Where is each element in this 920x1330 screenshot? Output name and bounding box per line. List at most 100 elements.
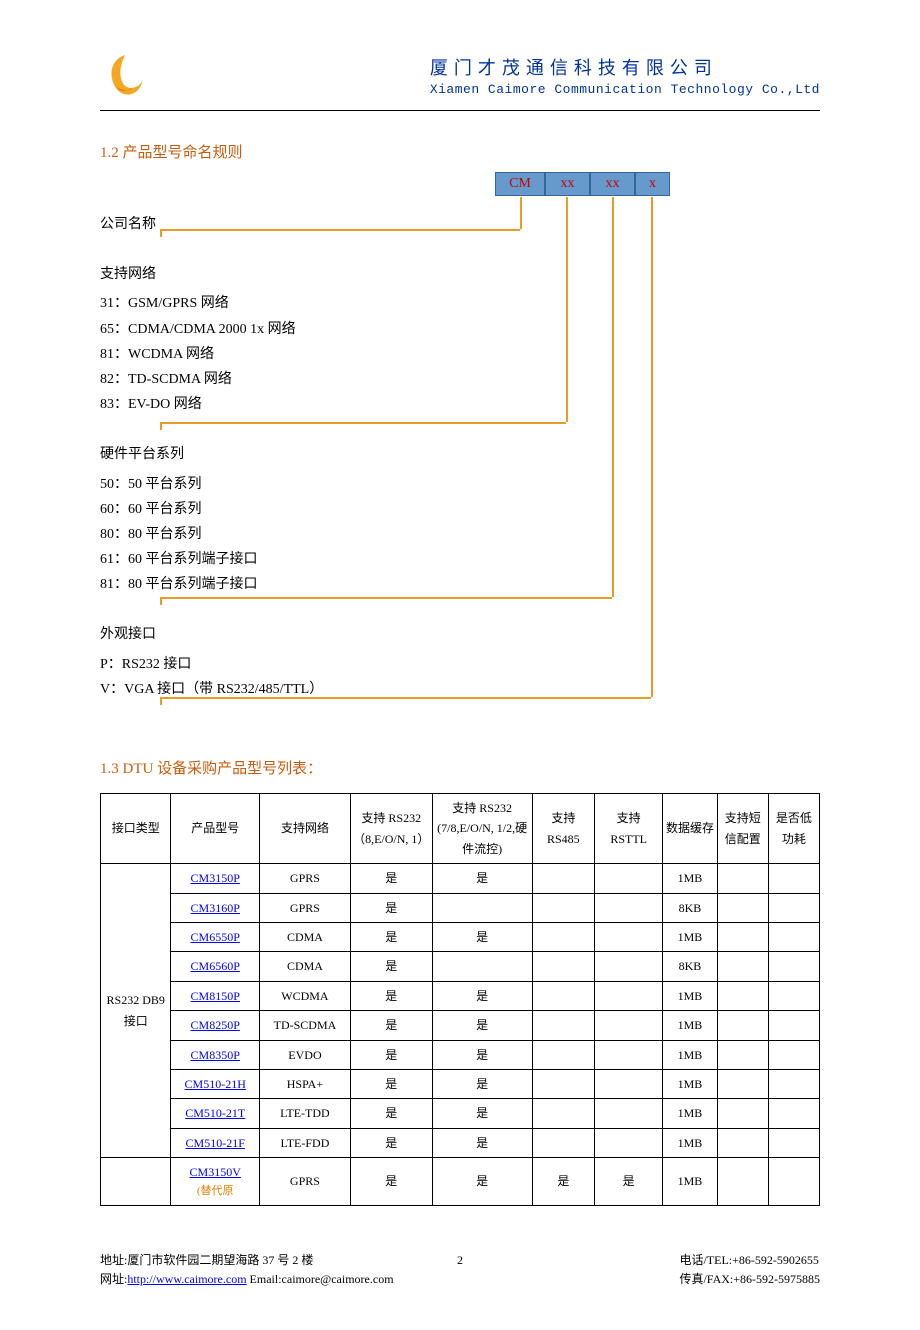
table-cell: 8KB <box>663 952 718 981</box>
table-row: CM510-21TLTE-TDD是是1MB <box>101 1099 820 1128</box>
table-row: CM6550PCDMA是是1MB <box>101 922 820 951</box>
code-box-xx2: xx <box>590 172 635 196</box>
table-cell <box>532 1069 594 1098</box>
model-cell: CM6560P <box>171 952 260 981</box>
table-cell: 是 <box>350 1069 432 1098</box>
naming-item: V：VGA 接口（带 RS232/485/TTL） <box>100 677 820 702</box>
table-cell <box>532 1040 594 1069</box>
model-link[interactable]: CM510-21F <box>186 1136 245 1150</box>
table-header-cell: 接口类型 <box>101 794 171 864</box>
naming-item: 80：80 平台系列 <box>100 522 820 547</box>
naming-item: 65：CDMA/CDMA 2000 1x 网络 <box>100 317 820 342</box>
table-cell: 是 <box>432 981 532 1010</box>
naming-item: 81：WCDMA 网络 <box>100 342 820 367</box>
table-row: CM6560P CDMA是 8KB <box>101 952 820 981</box>
table-cell: 是 <box>432 1011 532 1040</box>
product-table: 接口类型产品型号支持网络支持 RS232（8,E/O/N, 1）支持 RS232… <box>100 793 820 1206</box>
company-name-en: Xiamen Caimore Communication Technology … <box>430 82 820 97</box>
footer-tel: 电话/TEL:+86-592-5902655 <box>679 1251 820 1270</box>
company-name-cn: 厦门才茂通信科技有限公司 <box>430 54 820 80</box>
table-cell <box>768 1011 819 1040</box>
table-cell <box>768 981 819 1010</box>
page-header: 厦门才茂通信科技有限公司 Xiamen Caimore Communicatio… <box>100 50 820 111</box>
table-cell <box>717 1040 768 1069</box>
footer-fax: 传真/FAX:+86-592-5975885 <box>679 1270 820 1289</box>
table-header-cell: 是否低功耗 <box>768 794 819 864</box>
table-cell: WCDMA <box>260 981 351 1010</box>
model-link[interactable]: CM8150P <box>191 989 240 1003</box>
table-cell: CDMA <box>260 952 351 981</box>
table-cell: 1MB <box>663 1158 718 1206</box>
table-header-cell: 支持 RS485 <box>532 794 594 864</box>
table-cell: 是 <box>432 1099 532 1128</box>
table-cell: GPRS <box>260 893 351 922</box>
table-cell: 1MB <box>663 1069 718 1098</box>
model-link[interactable]: CM3160P <box>191 901 240 915</box>
table-cell <box>532 864 594 893</box>
model-link[interactable]: CM8350P <box>191 1048 240 1062</box>
table-cell <box>717 952 768 981</box>
table-row: CM8350PEVDO是是1MB <box>101 1040 820 1069</box>
table-cell <box>595 1099 663 1128</box>
model-link[interactable]: CM510-21T <box>185 1106 245 1120</box>
table-cell <box>532 952 594 981</box>
footer-right: 电话/TEL:+86-592-5902655 传真/FAX:+86-592-59… <box>679 1251 820 1289</box>
model-cell: CM510-21H <box>171 1069 260 1098</box>
code-box-cm: CM <box>495 172 545 196</box>
table-cell: 是 <box>350 1099 432 1128</box>
table-cell: 8KB <box>663 893 718 922</box>
table-cell: 是 <box>432 1128 532 1157</box>
table-cell: EVDO <box>260 1040 351 1069</box>
model-code-boxes: CM xx xx x <box>495 172 670 196</box>
table-row: CM8250PTD-SCDMA是是1MB <box>101 1011 820 1040</box>
table-cell: 1MB <box>663 981 718 1010</box>
naming-item: P：RS232 接口 <box>100 652 820 677</box>
table-cell <box>595 1128 663 1157</box>
model-cell: CM510-21T <box>171 1099 260 1128</box>
table-header-cell: 支持 RSTTL <box>595 794 663 864</box>
model-link[interactable]: CM6550P <box>191 930 240 944</box>
model-link[interactable]: CM8250P <box>191 1018 240 1032</box>
table-header-cell: 产品型号 <box>171 794 260 864</box>
table-row: CM3150V(替代原GPRS是是是是1MB <box>101 1158 820 1206</box>
table-cell: 1MB <box>663 922 718 951</box>
table-cell <box>595 922 663 951</box>
table-cell <box>717 1099 768 1128</box>
naming-item: 50：50 平台系列 <box>100 472 820 497</box>
table-cell: 是 <box>350 952 432 981</box>
model-cell: CM3150V (替代原 <box>171 1158 260 1206</box>
naming-block-label: 支持网络 <box>100 262 820 287</box>
table-cell <box>532 893 594 922</box>
table-cell: 1MB <box>663 864 718 893</box>
table-cell: 是 <box>432 1040 532 1069</box>
table-cell <box>595 1069 663 1098</box>
model-link[interactable]: CM3150V <box>190 1165 241 1179</box>
table-cell <box>717 893 768 922</box>
naming-rule-diagram: CM xx xx x 公司名称支持网络31：GSM/GPRS 网络65：CDMA… <box>100 177 820 737</box>
table-cell: 是 <box>432 864 532 893</box>
footer-email: Email:caimore@caimore.com <box>247 1272 394 1286</box>
table-cell: CDMA <box>260 922 351 951</box>
table-cell <box>768 864 819 893</box>
naming-item: 31：GSM/GPRS 网络 <box>100 291 820 316</box>
footer-address: 地址:厦门市软件园二期望海路 37 号 2 楼 <box>100 1251 394 1270</box>
page-number: 2 <box>457 1251 463 1270</box>
table-cell: 是 <box>350 1158 432 1206</box>
model-link[interactable]: CM510-21H <box>185 1077 246 1091</box>
model-note: (替代原 <box>173 1182 257 1201</box>
model-link[interactable]: CM6560P <box>191 959 240 973</box>
product-table-wrap: 接口类型产品型号支持网络支持 RS232（8,E/O/N, 1）支持 RS232… <box>100 793 820 1206</box>
table-row: CM8150PWCDMA是是1MB <box>101 981 820 1010</box>
naming-block: 外观接口P：RS232 接口V：VGA 接口（带 RS232/485/TTL） <box>100 622 820 702</box>
table-row: RS232 DB9 接口CM3150PGPRS是是1MB <box>101 864 820 893</box>
table-cell: 是 <box>432 1158 532 1206</box>
model-link[interactable]: CM3150P <box>191 871 240 885</box>
footer-website-link[interactable]: http://www.caimore.com <box>127 1272 246 1286</box>
naming-item: 81：80 平台系列端子接口 <box>100 572 820 597</box>
table-cell <box>432 893 532 922</box>
table-cell <box>717 981 768 1010</box>
table-cell <box>532 922 594 951</box>
table-cell: 是 <box>350 922 432 951</box>
table-cell <box>768 1099 819 1128</box>
table-cell <box>768 922 819 951</box>
